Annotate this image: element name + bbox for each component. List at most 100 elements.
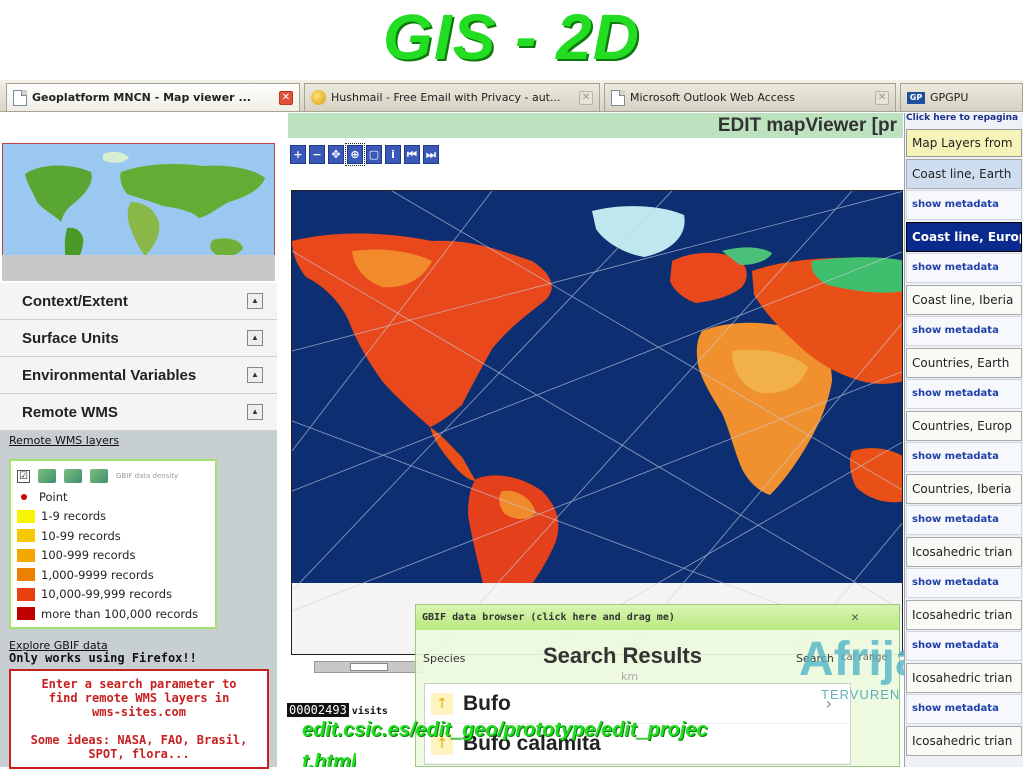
legend-label: 1,000-9999 records [41,567,154,582]
legend-swatch [17,548,35,562]
layer-item[interactable]: Icosahedric trian [906,663,1022,693]
firefox-note: Only works using Firefox!! [9,651,197,665]
tab-outlook[interactable]: Microsoft Outlook Web Access ✕ [604,83,896,111]
legend-label: 1-9 records [41,509,107,524]
layer-tool-icon[interactable] [64,469,82,483]
collapse-icon[interactable]: ▲ [247,404,263,420]
tab-label: Geoplatform MNCN - Map viewer ... [32,91,251,104]
pan-button[interactable]: ✥ [328,145,344,164]
previous-view-button[interactable]: ⏮ [404,145,420,164]
logo-subtext: TERVUREN [821,687,900,702]
tab-gpgpu[interactable]: GP GPGPU [900,83,1023,111]
layer-item[interactable]: Countries, Europ [906,411,1022,441]
url-caption: edit.csic.es/edit_geo/prototype/edit_pro… [302,719,708,741]
africa-museum-logo: Afrija TERVUREN [795,613,922,727]
legend-swatch [17,587,35,601]
hushmail-icon [311,90,326,105]
collapse-icon[interactable]: ▲ [247,293,263,309]
accordion-environmental-variables[interactable]: Environmental Variables ▲ [0,357,277,394]
tab-hushmail[interactable]: Hushmail - Free Email with Privacy - aut… [304,83,600,111]
show-metadata-link[interactable]: show metadata [906,694,1022,724]
search-results-title: Search Results [543,643,702,668]
point-marker-icon [21,493,27,500]
zoom-full-button[interactable]: ⊕ [345,143,365,166]
legend-swatch [17,568,35,582]
slide-title: GIS - 2D [383,1,640,73]
search-help-line: find remote WMS layers in [48,691,230,705]
show-metadata-link[interactable]: show metadata [906,442,1022,472]
close-icon[interactable]: ✕ [579,90,593,105]
scrollbar-thumb[interactable] [350,663,388,671]
legend-label: 10-99 records [41,528,121,543]
zoom-box-button[interactable]: ▢ [366,145,382,164]
gbif-title: GBIF data browser (click here and drag m… [422,612,675,623]
search-help-line: wms-sites.com [92,705,186,719]
legend-density-label: GBIF data density [116,472,179,480]
legend-swatch [17,607,35,621]
accordion-remote-wms[interactable]: Remote WMS ▲ [0,394,277,431]
layer-item[interactable]: Countries, Iberia [906,474,1022,504]
list-item[interactable]: ↑ Bufo › [425,684,850,724]
overview-strip [2,255,275,281]
legend-row: 1,000-9999 records [17,565,209,585]
close-icon[interactable]: ✕ [875,90,889,105]
map-toolbar: + − ✥ ⊕ ▢ i ⏮ ⏭ [290,143,439,166]
show-metadata-link[interactable]: show metadata [906,379,1022,409]
collapse-icon[interactable]: ▲ [247,330,263,346]
legend-row: 10-99 records [17,526,209,546]
show-metadata-link[interactable]: show metadata [906,505,1022,535]
zoom-out-button[interactable]: − [309,145,325,164]
next-view-button[interactable]: ⏭ [423,145,439,164]
search-help-line: Enter a search parameter to [41,677,237,691]
collapse-icon[interactable]: ▲ [247,367,263,383]
url-caption-continued: t.html [302,751,357,767]
layer-item[interactable]: Countries, Earth [906,348,1022,378]
species-tab[interactable]: Species [423,652,465,665]
layer-item[interactable]: Icosahedric trian [906,726,1022,756]
layer-item[interactable]: Icosahedric trian [906,537,1022,567]
map-header: EDIT mapViewer [pr [288,113,903,138]
show-metadata-link[interactable]: show metadata [906,190,1022,220]
show-metadata-link[interactable]: show metadata [906,253,1022,283]
repaginate-link[interactable]: Click here to repagina [905,113,1023,128]
tab-label: Microsoft Outlook Web Access [630,91,796,104]
accordion: Context/Extent ▲ Surface Units ▲ Environ… [0,283,277,431]
legend-swatch [17,509,35,523]
visit-counter: 00002493 visits [287,703,388,717]
legend-row: 10,000-99,999 records [17,585,209,605]
map-scrollbar[interactable] [314,661,424,673]
browser-tab-bar: Geoplatform MNCN - Map viewer ... ✕ Hush… [0,80,1023,112]
close-icon[interactable]: ✕ [279,90,293,105]
tab-label: Hushmail - Free Email with Privacy - aut… [331,91,561,104]
layer-checkbox[interactable]: ☑ [17,469,30,483]
info-button[interactable]: i [385,145,401,164]
visits-count: 00002493 [287,703,349,717]
legend-toolbar: ☑ GBIF data density [17,465,209,487]
species-name: Bufo [463,691,511,715]
layer-tool-icon[interactable] [90,469,108,483]
legend-label: Point [39,489,68,504]
km-label: km [621,670,639,683]
remote-wms-link[interactable]: Remote WMS layers [9,434,119,447]
show-metadata-link[interactable]: show metadata [906,568,1022,598]
main-map[interactable] [291,190,903,655]
tab-geoplatform[interactable]: Geoplatform MNCN - Map viewer ... ✕ [6,83,300,111]
legend-row: more than 100,000 records [17,604,209,624]
arrow-up-icon: ↑ [431,692,453,715]
layer-item[interactable]: Coast line, Iberia [906,285,1022,315]
logo-image: Afrija TERVUREN [799,633,922,702]
accordion-label: Surface Units [22,329,119,347]
show-metadata-link[interactable]: show metadata [906,316,1022,346]
layer-item[interactable]: Icosahedric trian [906,600,1022,630]
accordion-surface-units[interactable]: Surface Units ▲ [0,320,277,357]
layer-item-selected[interactable]: Coast line, Europ [906,222,1022,252]
legend-label: 100-999 records [41,548,136,563]
layer-tool-icon[interactable] [38,469,56,483]
zoom-in-button[interactable]: + [290,145,306,164]
legend-row: 1-9 records [17,507,209,527]
layer-item[interactable]: Coast line, Earth [906,159,1022,189]
accordion-context-extent[interactable]: Context/Extent ▲ [0,283,277,320]
visits-label: visits [351,706,388,717]
tab-label: GPGPU [930,91,969,104]
show-metadata-link[interactable]: show metadata [906,631,1022,661]
